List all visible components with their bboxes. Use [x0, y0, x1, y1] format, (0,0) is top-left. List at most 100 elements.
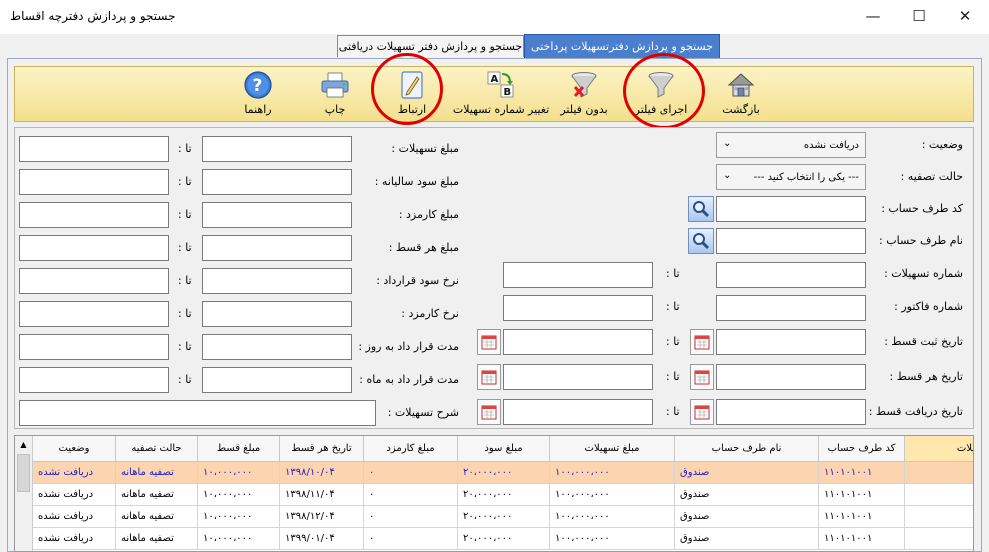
cell-fee-amount: ۰	[364, 506, 458, 528]
fee-amount-to-input[interactable]	[19, 202, 169, 228]
header-account-name[interactable]: نام طرف حساب	[675, 436, 819, 462]
header-facility-amount[interactable]: مبلغ تسهیلات	[550, 436, 675, 462]
each-install-label: مبلغ هر قسط :	[388, 241, 459, 254]
install-receive-date-from-input[interactable]	[716, 399, 866, 425]
install-reg-date-to-input[interactable]	[503, 329, 653, 355]
scroll-up-icon[interactable]: ▲	[16, 437, 31, 452]
duration-months-from-input[interactable]	[202, 367, 352, 393]
annual-profit-from-input[interactable]	[202, 169, 352, 195]
change-facility-number-button[interactable]: A B تغییر شماره تسهیلات	[453, 67, 549, 123]
search-icon	[693, 201, 710, 218]
facility-number-from-input[interactable]	[716, 262, 866, 288]
facility-amount-label: مبلغ تسهیلات :	[391, 142, 459, 155]
duration-days-to-input[interactable]	[19, 334, 169, 360]
description-input[interactable]	[19, 400, 376, 426]
duration-days-label: مدت قرار داد به روز :	[358, 340, 459, 353]
print-button[interactable]: چاپ	[315, 67, 355, 123]
header-install-date[interactable]: تاریخ هر قسط	[280, 436, 364, 462]
to-label: تا :	[178, 274, 192, 287]
fee-rate-to-input[interactable]	[19, 301, 169, 327]
settlement-label: حالت تصفیه :	[900, 170, 963, 183]
calendar-button[interactable]	[690, 329, 714, 355]
close-button[interactable]: ✕	[942, 0, 988, 32]
account-code-input[interactable]	[716, 196, 866, 222]
cell-install-amount: ۱۰،۰۰۰،۰۰۰	[198, 462, 280, 484]
highlight-circle-link	[371, 53, 443, 125]
calendar-button[interactable]	[477, 364, 501, 390]
table-row[interactable]: ۸ ۱۱۰۱۰۱۰۰۱ صندوق ۱۰۰،۰۰۰،۰۰۰ ۲۰،۰۰۰،۰۰۰…	[33, 528, 973, 550]
to-label: تا :	[178, 208, 192, 221]
each-install-to-input[interactable]	[19, 235, 169, 261]
calendar-button[interactable]	[690, 399, 714, 425]
cell-account-code: ۱۱۰۱۰۱۰۰۱	[819, 506, 905, 528]
cell-account-name: صندوق	[675, 462, 819, 484]
tab-paid-facilities[interactable]: جستجو و پردازش دفترتسهیلات پرداختی	[524, 34, 720, 58]
calendar-button[interactable]	[477, 329, 501, 355]
contract-rate-to-input[interactable]	[19, 268, 169, 294]
cell-profit-amount: ۲۰،۰۰۰،۰۰۰	[458, 484, 550, 506]
fee-rate-from-input[interactable]	[202, 301, 352, 327]
house-icon	[726, 70, 756, 100]
header-install-amount[interactable]: مبلغ قسط	[198, 436, 280, 462]
calendar-button[interactable]	[690, 364, 714, 390]
duration-days-from-input[interactable]	[202, 334, 352, 360]
to-label: تا :	[178, 307, 192, 320]
tab-received-facilities[interactable]: جستجو و پردازش دفتر تسهیلات دریافتی	[337, 35, 524, 57]
install-reg-date-from-input[interactable]	[716, 329, 866, 355]
contract-rate-label: نرخ سود قرارداد :	[376, 274, 459, 287]
header-settlement-mode[interactable]: حالت تصفیه	[116, 436, 198, 462]
to-label: تا :	[178, 142, 192, 155]
fee-amount-from-input[interactable]	[202, 202, 352, 228]
install-date-from-input[interactable]	[716, 364, 866, 390]
print-label: چاپ	[324, 103, 346, 116]
header-facility-number[interactable]: شماره تسهیلات	[905, 436, 973, 462]
invoice-number-to-input[interactable]	[503, 295, 653, 321]
cell-facility-amount: ۱۰۰،۰۰۰،۰۰۰	[550, 484, 675, 506]
cell-status: دریافت نشده	[33, 484, 116, 506]
each-install-from-input[interactable]	[202, 235, 352, 261]
invoice-number-from-input[interactable]	[716, 295, 866, 321]
settlement-select[interactable]: --- یکی را انتخاب کنید --- ⌄	[716, 164, 866, 190]
printer-icon	[320, 70, 350, 100]
annual-profit-label: مبلغ سود سالیانه :	[374, 175, 459, 188]
cell-account-code: ۱۱۰۱۰۱۰۰۱	[819, 528, 905, 550]
facility-number-to-input[interactable]	[503, 262, 653, 288]
account-code-search-button[interactable]	[688, 196, 714, 222]
minimize-button[interactable]: —	[850, 0, 896, 32]
header-status[interactable]: وضعیت	[33, 436, 116, 462]
cell-install-date: ۱۳۹۸/۱۱/۰۴	[280, 484, 364, 506]
cell-facility-amount: ۱۰۰،۰۰۰،۰۰۰	[550, 462, 675, 484]
install-receive-date-to-input[interactable]	[503, 399, 653, 425]
account-name-search-button[interactable]	[688, 228, 714, 254]
table-row[interactable]: ۸ ۱۱۰۱۰۱۰۰۱ صندوق ۱۰۰،۰۰۰،۰۰۰ ۲۰،۰۰۰،۰۰۰…	[33, 506, 973, 528]
scrollbar-thumb[interactable]	[17, 454, 30, 492]
calendar-button[interactable]	[477, 399, 501, 425]
title-bar: جستجو و پردازش دفترچه اقساط — ☐ ✕	[0, 0, 989, 34]
highlight-circle-apply-filter	[623, 53, 705, 129]
header-profit-amount[interactable]: مبلغ سود	[458, 436, 550, 462]
help-button[interactable]: ? راهنما	[235, 67, 281, 123]
account-name-input[interactable]	[716, 228, 866, 254]
to-label: تا :	[666, 405, 680, 418]
status-select[interactable]: دریافت نشده ⌄	[716, 132, 866, 158]
table-row[interactable]: ۸ ۱۱۰۱۰۱۰۰۱ صندوق ۱۰۰،۰۰۰،۰۰۰ ۲۰،۰۰۰،۰۰۰…	[33, 462, 973, 484]
cell-facility-amount: ۱۰۰،۰۰۰،۰۰۰	[550, 506, 675, 528]
duration-months-to-input[interactable]	[19, 367, 169, 393]
facility-amount-from-input[interactable]	[202, 136, 352, 162]
back-button[interactable]: بازگشت	[715, 67, 767, 123]
annual-profit-to-input[interactable]	[19, 169, 169, 195]
settlement-value: --- یکی را انتخاب کنید ---	[753, 171, 859, 183]
no-filter-button[interactable]: بدون فیلتر	[549, 67, 619, 123]
header-account-code[interactable]: کد طرف حساب	[819, 436, 905, 462]
facility-amount-to-input[interactable]	[19, 136, 169, 162]
to-label: تا :	[666, 300, 680, 313]
tab-strip: جستجو و پردازش دفتر تسهیلات دریافتی جستج…	[0, 34, 989, 58]
contract-rate-from-input[interactable]	[202, 268, 352, 294]
header-fee-amount[interactable]: مبلغ کارمزد	[364, 436, 458, 462]
table-row[interactable]: ۸ ۱۱۰۱۰۱۰۰۱ صندوق ۱۰۰،۰۰۰،۰۰۰ ۲۰،۰۰۰،۰۰۰…	[33, 484, 973, 506]
no-filter-label: بدون فیلتر	[560, 103, 608, 116]
fee-amount-label: مبلغ کارمزد :	[398, 208, 459, 221]
maximize-button[interactable]: ☐	[896, 0, 942, 32]
grid-scrollbar[interactable]: ▲	[15, 436, 33, 551]
install-date-to-input[interactable]	[503, 364, 653, 390]
